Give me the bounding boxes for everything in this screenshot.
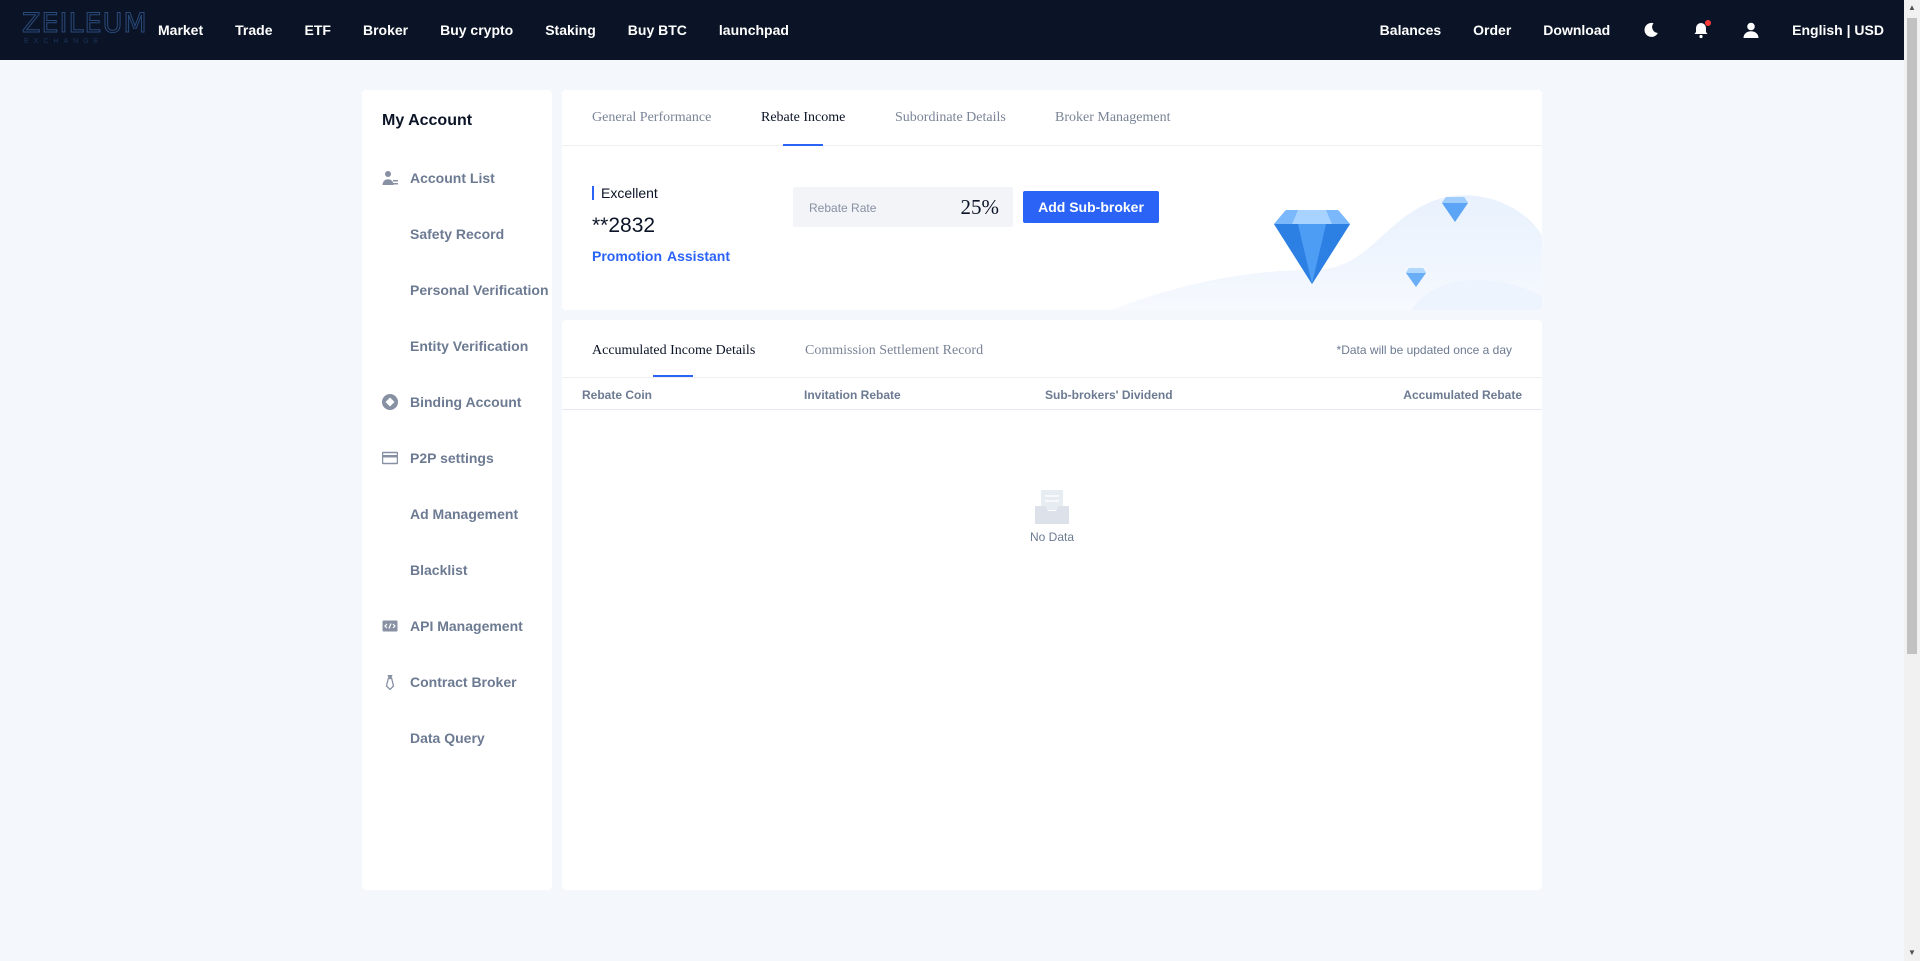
income-tabs: Accumulated Income Details Commission Se… (562, 320, 1542, 378)
broker-tabs: General Performance Rebate Income Subord… (562, 90, 1542, 146)
main-menu: Market Trade ETF Broker Buy crypto Staki… (158, 0, 821, 60)
sidebar-item-account-list[interactable]: Account List (382, 168, 495, 188)
sidebar-item-label: Account List (410, 170, 495, 186)
active-tab-indicator (783, 144, 823, 146)
income-table-header: Rebate Coin Invitation Rebate Sub-broker… (562, 378, 1542, 410)
update-note: *Data will be updated once a day (1336, 343, 1512, 357)
sidebar-item-safety-record[interactable]: Safety Record (410, 224, 504, 244)
column-invitation-rebate: Invitation Rebate (804, 388, 901, 402)
promotion-link[interactable]: Promotion (592, 248, 662, 264)
empty-state-text: No Data (1029, 530, 1075, 544)
tab-accumulated-income[interactable]: Accumulated Income Details (592, 343, 755, 359)
nav-order[interactable]: Order (1473, 22, 1511, 38)
column-accumulated-rebate: Accumulated Rebate (1403, 388, 1522, 402)
nav-download[interactable]: Download (1543, 22, 1610, 38)
diamond-illustration (1112, 195, 1542, 310)
broker-level: Excellent (592, 186, 658, 200)
nav-market[interactable]: Market (158, 22, 203, 38)
scroll-up-arrow-icon[interactable]: ▲ (1904, 0, 1920, 16)
column-rebate-coin: Rebate Coin (582, 388, 653, 402)
card-icon (382, 450, 398, 466)
tab-rebate-income[interactable]: Rebate Income (761, 110, 845, 126)
sidebar-item-label: Contract Broker (410, 674, 517, 690)
sidebar-item-p2p-settings[interactable]: P2P settings (382, 448, 494, 468)
sidebar-item-label: P2P settings (410, 450, 494, 466)
api-icon (382, 618, 398, 634)
empty-inbox-icon (1035, 490, 1069, 524)
account-icon (382, 170, 398, 186)
sidebar-item-binding-account[interactable]: Binding Account (382, 392, 521, 412)
sidebar-item-label: Binding Account (410, 394, 522, 410)
nav-trade[interactable]: Trade (235, 22, 272, 38)
sidebar-title: My Account (382, 112, 473, 129)
language-currency-selector[interactable]: English | USD (1792, 22, 1884, 38)
nav-etf[interactable]: ETF (305, 22, 331, 38)
nav-buy-btc[interactable]: Buy BTC (628, 22, 687, 38)
active-subtab-indicator (653, 375, 693, 377)
nav-balances[interactable]: Balances (1380, 22, 1441, 38)
sidebar-item-api-management[interactable]: API Management (382, 616, 523, 636)
empty-state: No Data (1012, 488, 1092, 544)
nav-buy-crypto[interactable]: Buy crypto (440, 22, 513, 38)
assistant-link[interactable]: Assistant (667, 248, 730, 264)
logo-wordmark: ZEILEUM (22, 8, 148, 39)
sidebar-item-label: API Management (410, 618, 523, 634)
sidebar-item-ad-management[interactable]: Ad Management (410, 504, 518, 524)
notification-dot (1705, 20, 1712, 26)
user-uid: **2832 (592, 214, 656, 237)
scroll-down-arrow-icon[interactable]: ▼ (1904, 945, 1920, 961)
brand-logo[interactable]: ZEILEUM EXCHANGE (22, 9, 148, 48)
tab-subordinate-details[interactable]: Subordinate Details (895, 110, 1006, 126)
sidebar-item-entity-verification[interactable]: Entity Verification (410, 336, 528, 356)
scroll-thumb[interactable] (1907, 18, 1917, 654)
sidebar-item-data-query[interactable]: Data Query (410, 728, 485, 748)
tab-general-performance[interactable]: General Performance (592, 110, 711, 126)
column-sub-brokers-dividend: Sub-brokers' Dividend (1045, 388, 1173, 402)
rebate-rate-box: Rebate Rate 25% (793, 187, 1013, 227)
sidebar-item-blacklist[interactable]: Blacklist (410, 560, 468, 580)
nav-staking[interactable]: Staking (545, 22, 596, 38)
bell-icon[interactable] (1692, 20, 1712, 39)
logo-subtitle: EXCHANGE (24, 38, 104, 45)
user-menu: Balances Order Download English | USD (1348, 0, 1884, 60)
tab-broker-management[interactable]: Broker Management (1055, 110, 1170, 126)
moon-icon[interactable] (1642, 21, 1660, 39)
tie-icon (382, 674, 398, 690)
broker-overview-card: General Performance Rebate Income Subord… (562, 90, 1542, 310)
rebate-rate-label: Rebate Rate (809, 201, 877, 215)
page-scrollbar[interactable]: ▲ ▼ (1904, 0, 1920, 961)
nav-launchpad[interactable]: launchpad (719, 22, 789, 38)
user-icon[interactable] (1742, 21, 1760, 39)
tab-commission-settlement[interactable]: Commission Settlement Record (805, 343, 983, 359)
rebate-rate-value: 25% (960, 195, 1000, 219)
sidebar-item-contract-broker[interactable]: Contract Broker (382, 672, 517, 692)
account-sidebar: My Account Account List Safety Record Pe… (362, 90, 552, 890)
binding-icon (382, 394, 398, 410)
nav-broker[interactable]: Broker (363, 22, 408, 38)
sidebar-item-personal-verification[interactable]: Personal Verification (410, 280, 549, 300)
income-details-card: Accumulated Income Details Commission Se… (562, 320, 1542, 890)
top-navbar: ZEILEUM EXCHANGE Market Trade ETF Broker… (0, 0, 1904, 60)
